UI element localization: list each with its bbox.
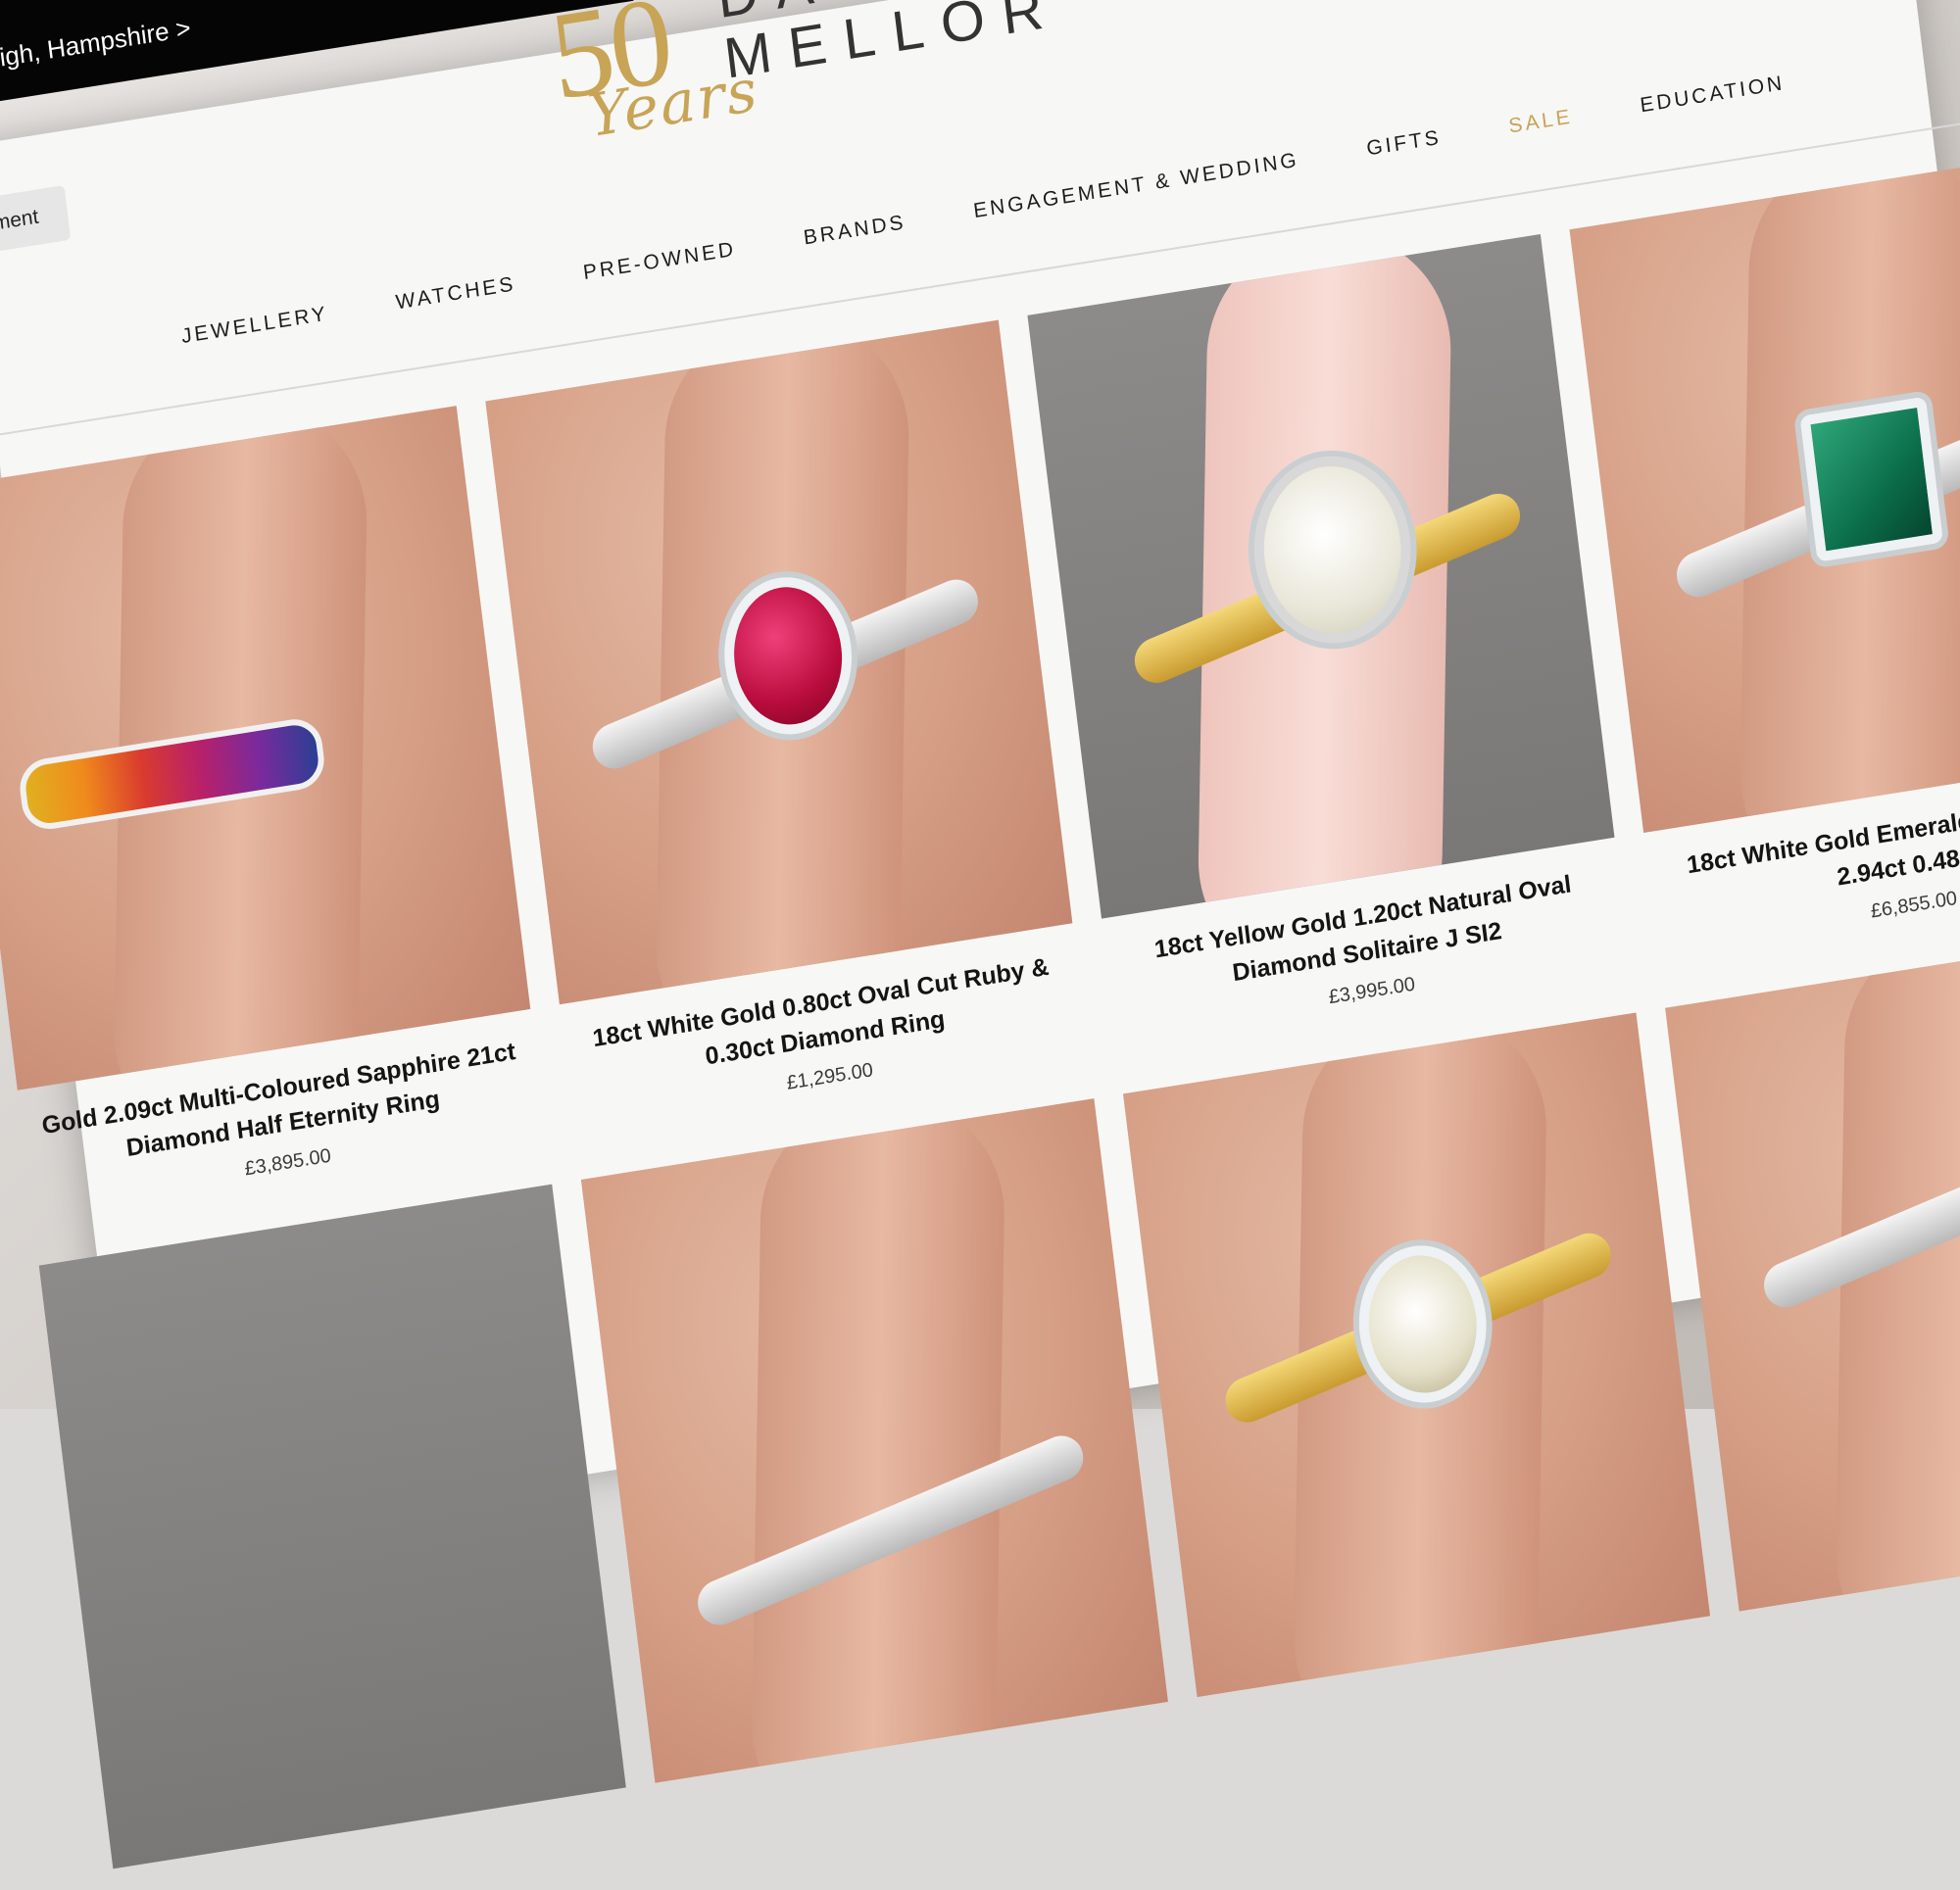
product-image[interactable] xyxy=(485,319,1073,1005)
product-image[interactable] xyxy=(580,1098,1168,1783)
nav-jewellery[interactable]: JEWELLERY xyxy=(180,303,330,350)
product-card[interactable]: 18ct White Gold 0.80ct Oval Cut Ruby & 0… xyxy=(485,319,1088,1129)
book-appointment-button[interactable]: tment xyxy=(0,184,72,267)
product-image[interactable] xyxy=(1665,926,1960,1612)
product-card[interactable]: Gold 2.09ct Multi-Coloured Sapphire 21ct… xyxy=(0,406,546,1214)
nav-watches[interactable]: WATCHES xyxy=(395,272,517,315)
nav-gifts[interactable]: GIFTS xyxy=(1365,126,1443,162)
product-card[interactable] xyxy=(1665,926,1960,1612)
nav-pre-owned[interactable]: PRE-OWNED xyxy=(582,238,738,286)
emerald-stone xyxy=(1799,396,1944,562)
nav-sale[interactable]: SALE xyxy=(1507,105,1574,138)
product-card[interactable] xyxy=(38,1184,626,1869)
product-image[interactable] xyxy=(0,406,531,1090)
product-card[interactable]: 18ct White Gold Emerald & Diam Ring 2.94… xyxy=(1569,148,1960,956)
product-card[interactable] xyxy=(1122,1012,1711,1698)
location-text: stleigh, Hampshire > xyxy=(0,12,193,78)
nav-engagement-wedding[interactable]: ENGAGEMENT & WEDDING xyxy=(972,149,1300,223)
product-image[interactable] xyxy=(1569,148,1960,834)
product-image[interactable] xyxy=(1027,233,1615,919)
site-logo[interactable]: 50 Years DAVID MELLOR xyxy=(543,0,1063,170)
hand-photo xyxy=(750,1098,1006,1783)
product-card[interactable]: 18ct Yellow Gold 1.20ct Natural Oval Dia… xyxy=(1027,233,1630,1042)
nav-brands[interactable]: BRANDS xyxy=(803,211,907,250)
appointment-label: tment xyxy=(0,205,40,236)
web-page: stleigh, Hampshire > tment 50 Years DAVI… xyxy=(0,0,1960,1869)
product-image[interactable] xyxy=(1122,1012,1711,1698)
product-card[interactable] xyxy=(580,1098,1168,1783)
product-image[interactable] xyxy=(38,1184,626,1869)
nav-education[interactable]: EDUCATION xyxy=(1639,72,1786,118)
